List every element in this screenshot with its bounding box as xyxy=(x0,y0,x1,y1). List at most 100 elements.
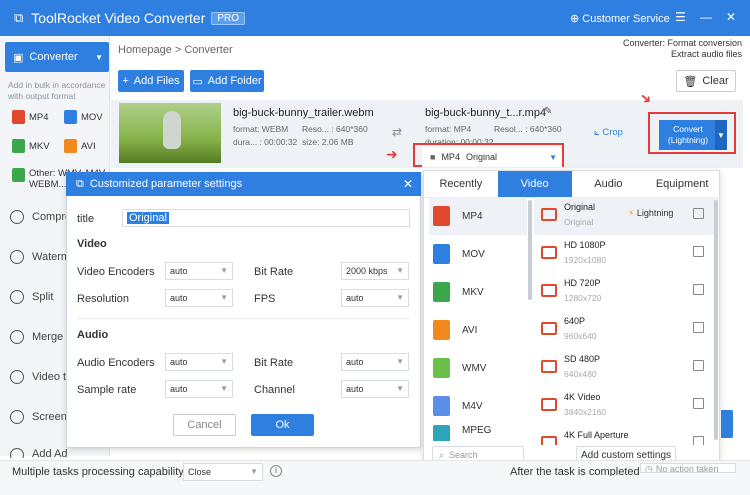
audio-bit-rate-select[interactable]: auto ▼ xyxy=(341,353,409,371)
mov-icon xyxy=(64,110,77,124)
tab-recently[interactable]: Recently xyxy=(424,171,498,197)
sidebar-format-mov[interactable]: MOV xyxy=(64,110,103,124)
sidebar-item-add-ad[interactable]: Add Ad xyxy=(10,448,67,458)
format-item-wmv[interactable]: WMV xyxy=(429,349,527,387)
quality-item-sd480p[interactable]: SD 480P 640x480 xyxy=(534,349,718,387)
breadcrumb: Homepage > Converter xyxy=(118,44,233,56)
quality-item-4k-full-aperture[interactable]: 4K Full Aperture xyxy=(534,425,718,445)
cancel-button[interactable]: Cancel xyxy=(173,414,236,436)
minimize-icon[interactable]: — xyxy=(700,10,712,24)
quality-item-hd1080p[interactable]: HD 1080P 1920x1080 xyxy=(534,235,718,273)
sidebar-format-avi[interactable]: AVI xyxy=(64,139,96,153)
rename-pencil-icon[interactable]: ✎ xyxy=(544,106,552,117)
chevron-down-icon: ▼ xyxy=(549,152,557,162)
chevron-down-icon: ▼ xyxy=(95,52,103,62)
menu-icon[interactable]: ☰ xyxy=(675,10,686,24)
chevron-down-icon: ▼ xyxy=(396,266,404,275)
tab-audio[interactable]: Audio xyxy=(572,171,646,197)
quality-scrollbar[interactable] xyxy=(714,200,718,440)
sidebar-item-video-to[interactable]: Video t xyxy=(10,370,66,384)
info-icon[interactable]: i xyxy=(270,465,282,477)
convert-dropdown-icon[interactable]: ▼ xyxy=(715,120,727,150)
wmv-icon xyxy=(433,358,450,378)
ok-button[interactable]: Ok xyxy=(251,414,314,436)
after-task-select[interactable]: ◷ No action taken xyxy=(640,463,736,473)
plus-icon: + xyxy=(122,75,129,87)
format-scrollbar[interactable] xyxy=(528,200,532,300)
sidebar-item-watermark[interactable]: Waterm xyxy=(10,250,70,264)
edit-icon[interactable] xyxy=(693,208,704,219)
source-format: format: WEBM xyxy=(233,124,289,134)
clear-button[interactable]: 🗑 Clear xyxy=(676,70,736,92)
quality-item-4k-video[interactable]: 4K Video 3840x2160 xyxy=(534,387,718,425)
audio-bit-rate-label: Bit Rate xyxy=(254,357,294,369)
sidebar-format-mkv[interactable]: MKV xyxy=(12,139,50,153)
sample-rate-select[interactable]: auto ▼ xyxy=(165,380,233,398)
resolution-select[interactable]: auto ▼ xyxy=(165,289,233,307)
film-icon xyxy=(541,284,557,297)
format-item-mpeg[interactable]: MPEG xyxy=(429,425,527,441)
add-icon xyxy=(10,448,24,458)
edit-icon[interactable] xyxy=(693,436,704,445)
sample-rate-label: Sample rate xyxy=(77,384,137,396)
video-encoders-select[interactable]: auto ▼ xyxy=(165,262,233,280)
bit-rate-select[interactable]: 2000 kbps ▼ xyxy=(341,262,409,280)
channel-select[interactable]: auto ▼ xyxy=(341,380,409,398)
format-item-mkv[interactable]: MKV xyxy=(429,273,527,311)
format-item-m4v[interactable]: M4V xyxy=(429,387,527,425)
edit-icon[interactable] xyxy=(693,284,704,295)
quality-item-640p[interactable]: 640P 960x640 xyxy=(534,311,718,349)
fps-select[interactable]: auto ▼ xyxy=(341,289,409,307)
chevron-down-icon: ▼ xyxy=(220,357,228,366)
sidebar-item-compress[interactable]: Compre xyxy=(10,210,71,224)
film-icon xyxy=(541,398,557,411)
resolution-label: Resolution xyxy=(77,293,129,305)
mkv-icon xyxy=(433,282,450,302)
add-folder-button[interactable]: ▭ Add Folder xyxy=(190,70,264,92)
add-files-button[interactable]: + Add Files xyxy=(118,70,184,92)
edit-icon[interactable] xyxy=(693,398,704,409)
edit-icon[interactable] xyxy=(693,360,704,371)
close-window-icon[interactable]: ✕ xyxy=(726,10,736,24)
sidebar-item-screen[interactable]: Screen xyxy=(10,410,67,424)
quality-item-hd720p[interactable]: HD 720P 1280x720 xyxy=(534,273,718,311)
customer-service-link[interactable]: ⊕ Customer Service xyxy=(570,12,670,25)
convert-lightning-button[interactable]: Convert (Lightning) xyxy=(659,120,717,150)
format-item-mp4[interactable]: MP4 xyxy=(429,197,527,235)
audio-section-heading: Audio xyxy=(77,329,109,341)
quality-item-original[interactable]: Original Original ⚡ Lightning xyxy=(534,197,718,235)
lightning-badge: ⚡ Lightning xyxy=(628,208,674,218)
m4v-icon xyxy=(433,396,450,416)
tab-video[interactable]: Video xyxy=(497,171,572,197)
convert-all-button-edge[interactable] xyxy=(721,410,733,438)
watermark-icon xyxy=(10,250,24,264)
channel-label: Channel xyxy=(254,384,295,396)
sidebar-item-merge[interactable]: Merge xyxy=(10,330,63,344)
film-icon xyxy=(541,208,557,221)
divider xyxy=(77,318,410,319)
title-bar: ⧉ ToolRocket Video Converter PRO ⊕ Custo… xyxy=(0,0,750,36)
mov-icon xyxy=(433,244,450,264)
film-icon xyxy=(541,322,557,335)
edit-icon[interactable] xyxy=(693,322,704,333)
dialog-close-icon[interactable]: ✕ xyxy=(403,177,413,191)
sidebar-item-split[interactable]: Split xyxy=(10,290,53,304)
multi-task-label: Multiple tasks processing capability xyxy=(12,466,184,478)
format-item-avi[interactable]: AVI xyxy=(429,311,527,349)
multi-task-select[interactable]: Close ▼ xyxy=(183,463,263,481)
tab-equipment[interactable]: Equipment xyxy=(645,171,719,197)
audio-encoders-select[interactable]: auto ▼ xyxy=(165,353,233,371)
title-input[interactable]: Original xyxy=(122,209,410,227)
format-item-mov[interactable]: MOV xyxy=(429,235,527,273)
clock-icon: ◷ xyxy=(645,464,653,473)
settings-icon: ⧉ xyxy=(76,177,84,190)
format-tabs: Recently Video Audio Equipment xyxy=(424,171,719,197)
sidebar-format-mp4[interactable]: MP4 xyxy=(12,110,49,124)
sidebar-note: Add in bulk in accordance with output fo… xyxy=(8,80,106,101)
converter-icon: ▣ xyxy=(13,51,24,64)
output-format-selector[interactable]: ■ MP4 Original ▼ xyxy=(422,147,562,167)
crop-button[interactable]: ⟀ Crop xyxy=(594,127,623,138)
search-icon: ⌕ xyxy=(439,449,445,460)
edit-icon[interactable] xyxy=(693,246,704,257)
sidebar-item-converter[interactable]: ▣ Converter ▼ xyxy=(5,42,109,72)
